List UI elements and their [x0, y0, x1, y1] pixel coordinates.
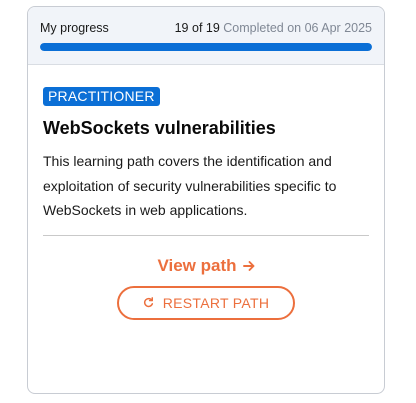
progress-label: My progress: [40, 21, 109, 35]
path-description: This learning path covers the identifica…: [43, 153, 337, 218]
completion-date: Completed on 06 Apr 2025: [223, 21, 372, 35]
arrow-right-icon: [242, 260, 254, 271]
restart-path-button[interactable]: RESTART PATH: [117, 285, 295, 320]
level-badge: PRACTITIONER: [43, 87, 160, 106]
progress-row: My progress 19 of 19 Completed on 06 Apr…: [40, 20, 372, 36]
path-title: WebSockets vulnerabilities: [43, 118, 276, 138]
view-path-label: View path: [157, 255, 237, 275]
restart-path-label: RESTART PATH: [162, 294, 270, 311]
progress-bar: [40, 43, 372, 51]
card-actions: View path RESTART PATH: [43, 255, 369, 320]
card-body: PRACTITIONER WebSockets vulnerabilities …: [28, 65, 384, 320]
progress-count: 19 of 19: [174, 21, 220, 35]
restart-icon: [143, 297, 153, 308]
learning-path-card: My progress 19 of 19 Completed on 06 Apr…: [27, 6, 385, 394]
progress-status: 19 of 19 Completed on 06 Apr 2025: [175, 20, 372, 36]
progress-bar-fill: [40, 43, 372, 51]
divider: [43, 234, 369, 236]
view-path-link[interactable]: View path: [157, 255, 254, 277]
progress-header: My progress 19 of 19 Completed on 06 Apr…: [28, 7, 384, 65]
